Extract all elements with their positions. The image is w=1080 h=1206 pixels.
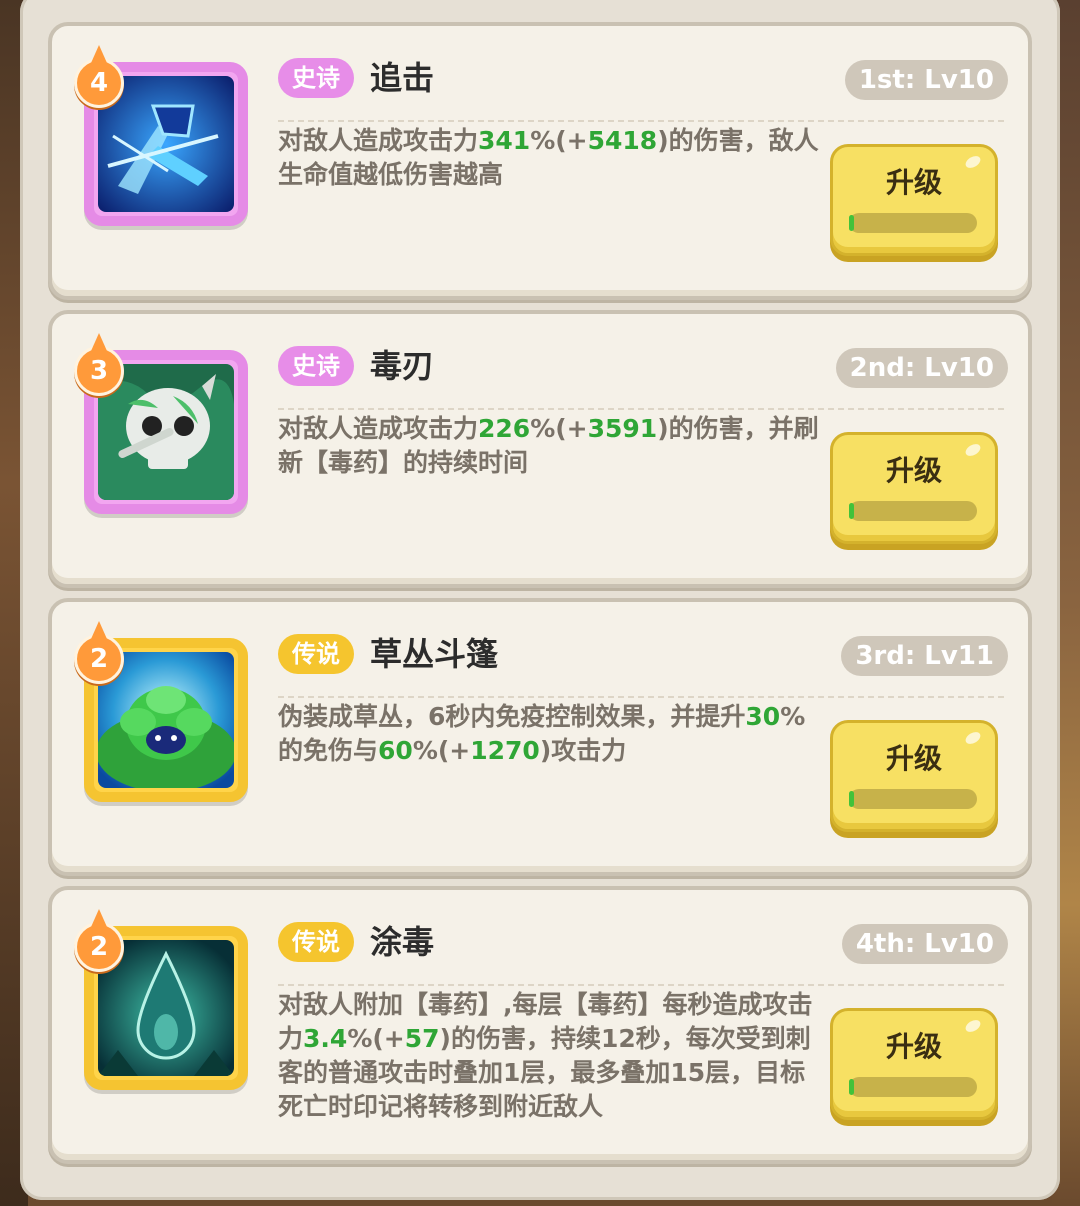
skill-level-badge: 3rd: Lv11 [841,636,1008,676]
skill-name: 毒刃 [370,347,435,385]
description-text: )攻击力 [539,736,627,765]
rank-badge: 2 [74,621,124,684]
divider [278,120,1004,122]
upgrade-button[interactable]: 升级 [830,720,998,832]
upgrade-progress-bar [849,501,977,521]
rarity-tag: 传说 [278,922,354,962]
divider [278,984,1004,986]
rank-badge: 4 [74,45,124,108]
highlight-value: 226 [478,414,531,443]
highlight-value: 1270 [470,736,540,765]
upgrade-button[interactable]: 升级 [830,1008,998,1120]
divider [278,408,1004,410]
highlight-value: 3591 [587,414,658,443]
skill-card-3: 2 传说 草丛斗篷 3rd: Lv11 伪装成草丛，6秒内免疫控制效果，并提升3… [48,598,1032,876]
description-text: 对敌人造成攻击力 [278,126,479,155]
upgrade-progress-fill [849,215,855,231]
upgrade-progress-fill [849,1079,855,1095]
skill-card-2: 3 史诗 毒刃 2nd: Lv10 对敌人造成攻击力226%(+3591)的伤害… [48,310,1032,588]
rank-badge: 2 [74,909,124,972]
upgrade-progress-fill [849,791,855,807]
upgrade-progress-bar [849,789,977,809]
upgrade-button[interactable]: 升级 [830,144,998,256]
upgrade-label: 升级 [885,1030,942,1063]
upgrade-progress-fill [849,503,855,519]
highlight-value: 5418 [587,126,658,155]
description-text: 对敌人造成攻击力 [278,414,479,443]
highlight-value: 3.4 [303,1024,348,1053]
divider [278,696,1004,698]
skill-description: 对敌人造成攻击力341%(+5418)的伤害，敌人生命值越低伤害越高 [278,124,824,192]
description-text: %(+ [530,414,588,443]
skill-card-4: 2 传说 涂毒 4th: Lv10 对敌人附加【毒药】,每层【毒药】每秒造成攻击… [48,886,1032,1164]
description-text: %(+ [530,126,588,155]
skill-level-badge: 2nd: Lv10 [835,348,1008,388]
description-text: 伪装成草丛，6秒内免疫控制效果，并提升 [278,702,746,731]
skill-level-badge: 4th: Lv10 [841,924,1008,964]
skill-name: 追击 [370,59,435,97]
skill-card-1: 4 史诗 追击 1st: Lv10 对敌人造成攻击力341%(+5418)的伤害… [48,22,1032,300]
rarity-tag: 史诗 [278,58,354,98]
skill-description: 伪装成草丛，6秒内免疫控制效果，并提升30%的免伤与60%(+1270)攻击力 [278,700,824,768]
highlight-value: 30 [745,702,781,731]
highlight-value: 60 [378,736,413,765]
rank-badge: 3 [74,333,124,396]
skill-name: 涂毒 [370,923,435,961]
upgrade-progress-bar [849,213,977,233]
skill-description: 对敌人附加【毒药】,每层【毒药】每秒造成攻击力3.4%(+57)的伤害，持续12… [278,988,824,1124]
rarity-tag: 史诗 [278,346,354,386]
rarity-tag: 传说 [278,634,354,674]
highlight-value: 57 [404,1024,440,1053]
skill-description: 对敌人造成攻击力226%(+3591)的伤害，并刷新【毒药】的持续时间 [278,412,824,480]
description-text: %(+ [412,736,471,765]
skill-name: 草丛斗篷 [370,635,499,673]
upgrade-label: 升级 [885,166,942,199]
upgrade-label: 升级 [885,742,942,775]
highlight-value: 341 [478,126,531,155]
description-text: %(+ [347,1024,405,1053]
skill-level-badge: 1st: Lv10 [844,60,1008,100]
upgrade-label: 升级 [885,454,942,487]
upgrade-progress-bar [849,1077,977,1097]
upgrade-button[interactable]: 升级 [830,432,998,544]
